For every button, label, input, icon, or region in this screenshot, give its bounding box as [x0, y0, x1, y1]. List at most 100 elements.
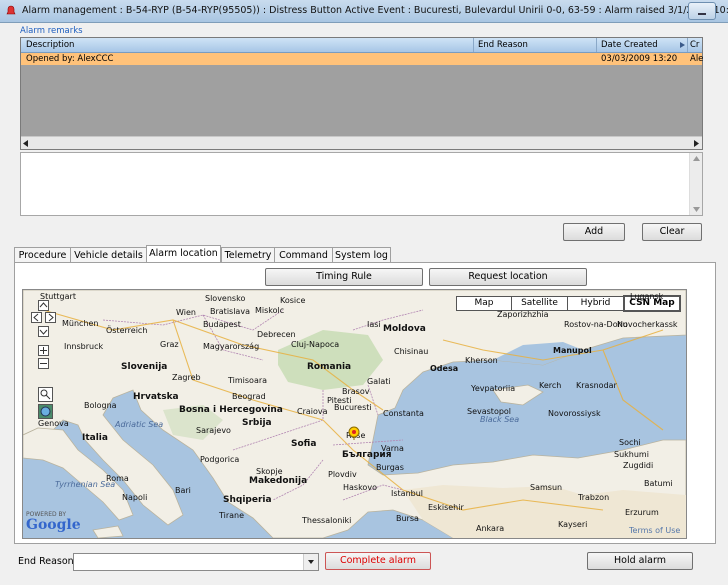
map-city-label: Krasnodar	[576, 381, 617, 390]
map-city-label: Erzurum	[625, 508, 659, 517]
clear-button[interactable]: Clear	[642, 223, 702, 241]
tab-command[interactable]: Command	[274, 247, 333, 263]
map-city-label: Bosna i Hercegovina	[179, 405, 283, 415]
map-city-label: Novorossiysk	[548, 409, 601, 418]
globe-button[interactable]	[38, 404, 53, 419]
map-type-hybrid-button[interactable]: Hybrid	[567, 296, 624, 311]
request-location-button[interactable]: Request location	[429, 268, 587, 286]
magnifier-button[interactable]	[38, 387, 53, 402]
map-sea-label: Tyrrhenian Sea	[55, 480, 116, 489]
map-city-label: Varna	[381, 444, 404, 453]
map-city-label: Makedonija	[249, 476, 308, 486]
column-header-description[interactable]: Description	[26, 40, 74, 50]
pan-down-button[interactable]	[38, 326, 49, 337]
remark-text-input[interactable]	[20, 152, 703, 216]
timing-rule-button[interactable]: Timing Rule	[265, 268, 423, 286]
column-separator[interactable]	[687, 38, 688, 52]
map-city-label: Hrvatska	[133, 392, 179, 402]
map-city-label: Novocherkassk	[617, 320, 678, 329]
map-city-label: Graz	[160, 340, 179, 349]
scroll-right-icon[interactable]	[694, 140, 700, 147]
end-reason-label: End Reason:	[18, 556, 77, 567]
remarks-grid[interactable]: Description End Reason Date Created Cr O…	[20, 37, 703, 150]
map-type-map-button[interactable]: Map	[456, 296, 512, 311]
complete-alarm-button[interactable]: Complete alarm	[325, 552, 431, 570]
map-city-label: Innsbruck	[64, 342, 104, 351]
remarks-horizontal-scrollbar[interactable]	[21, 136, 702, 149]
map-city-label: Shqiperia	[223, 495, 272, 505]
hold-alarm-button[interactable]: Hold alarm	[587, 552, 693, 570]
table-row[interactable]: Opened by: AlexCCC 03/03/2009 13:20 Ale	[21, 53, 703, 65]
scroll-down-icon[interactable]	[693, 207, 700, 212]
map-city-label: Skopje	[256, 467, 283, 476]
map-city-label: Slovensko	[205, 294, 246, 303]
map-city-label: Pitesti	[327, 396, 352, 405]
remark-vertical-scrollbar[interactable]	[689, 153, 702, 215]
alarm-location-marker-icon[interactable]	[348, 426, 360, 440]
map-city-label: Zugdidi	[623, 461, 654, 470]
cell-description: Opened by: AlexCCC	[26, 54, 114, 64]
minimize-button[interactable]	[688, 2, 716, 20]
minus-icon	[40, 363, 47, 364]
map-city-label: Cluj-Napoca	[291, 340, 340, 349]
end-reason-select[interactable]	[73, 553, 319, 571]
zoom-in-button[interactable]	[38, 345, 49, 356]
map-city-label: Sukhumi	[614, 450, 649, 459]
arrow-right-icon	[48, 313, 54, 322]
map-city-label: Galati	[367, 377, 391, 386]
arrow-up-icon	[39, 302, 48, 308]
alarm-remarks-label: Alarm remarks	[20, 26, 83, 36]
terms-of-use-link[interactable]: Terms of Use	[629, 526, 680, 535]
map-city-label: Tirane	[219, 511, 245, 520]
magnifier-icon	[40, 389, 51, 400]
map-city-label: Moldova	[383, 324, 426, 334]
map-type-satellite-button[interactable]: Satellite	[511, 296, 568, 311]
map-city-label: Bari	[175, 486, 191, 495]
plus-icon	[40, 347, 47, 354]
pan-left-button[interactable]	[31, 312, 42, 323]
map-city-label: Napoli	[122, 493, 148, 502]
alarm-bell-icon	[6, 5, 16, 15]
scroll-up-icon[interactable]	[693, 156, 700, 161]
map-city-label: Chisinau	[394, 347, 429, 356]
column-separator[interactable]	[596, 38, 597, 52]
map-city-label: Miskolc	[255, 306, 285, 315]
map-city-label: Podgorica	[200, 455, 240, 464]
tab-procedure[interactable]: Procedure	[14, 247, 71, 263]
map-city-label: Samsun	[530, 483, 563, 492]
tab-vehicle-details[interactable]: Vehicle details	[70, 247, 147, 263]
dropdown-button[interactable]	[303, 554, 318, 570]
tab-system-log[interactable]: System log	[332, 247, 391, 263]
map-city-label: Kayseri	[558, 520, 588, 529]
map-city-label: München	[62, 319, 99, 328]
tab-telemetry[interactable]: Telemetry	[221, 247, 275, 263]
column-header-date-created[interactable]: Date Created	[601, 40, 658, 50]
title-bar: Alarm management : B-54-RYP (B-54-RYP(95…	[0, 0, 728, 23]
column-header-created-by[interactable]: Cr	[690, 40, 699, 50]
google-logo: Google	[26, 517, 81, 533]
column-header-end-reason[interactable]: End Reason	[478, 40, 528, 50]
map-city-label: Bologna	[84, 401, 117, 410]
map-sea-label: Black Sea	[480, 415, 520, 424]
cell-date-created: 03/03/2009 13:20	[601, 54, 678, 64]
map-city-label: Plovdiv	[328, 470, 357, 479]
map-city-label: Kosice	[280, 296, 306, 305]
globe-icon	[40, 406, 51, 417]
map-city-label: Iasi	[367, 320, 381, 329]
column-separator[interactable]	[473, 38, 474, 52]
map-city-label: Österreich	[106, 326, 148, 335]
pan-right-button[interactable]	[45, 312, 56, 323]
map-city-label: Ankara	[476, 524, 505, 533]
zoom-out-button[interactable]	[38, 358, 49, 369]
map-city-label: Odesa	[430, 364, 459, 373]
map-city-label: Sofia	[291, 439, 317, 449]
map-city-label: Haskovo	[343, 483, 377, 492]
map-city-label: Stuttgart	[40, 292, 76, 301]
map-city-label: Romania	[307, 362, 352, 372]
pan-up-button[interactable]	[38, 300, 49, 311]
scroll-left-icon[interactable]	[23, 140, 29, 147]
map-sea-label: Adriatic Sea	[115, 420, 164, 429]
map-city-label: Kerch	[539, 381, 562, 390]
add-button[interactable]: Add	[563, 223, 625, 241]
map-city-label: Zaporizhzhia	[497, 310, 549, 319]
